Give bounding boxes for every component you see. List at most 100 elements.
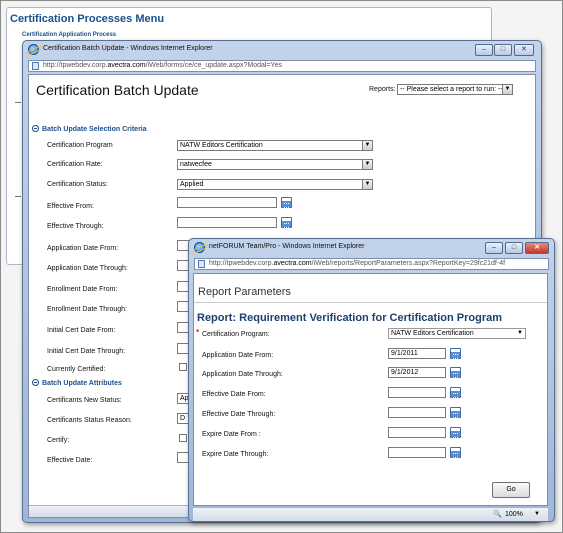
report-exp-through-label: Expire Date Through:	[202, 451, 269, 458]
currently-certified-label: Currently Certified:	[47, 366, 106, 373]
report-address-bar[interactable]: http://tpwebdev.corp.avectra.com/iWeb/re…	[194, 258, 549, 270]
go-button[interactable]: Go	[492, 482, 530, 498]
report-window-title: netFORUM Team/Pro - Windows Internet Exp…	[209, 243, 365, 250]
rate-select[interactable]: natwecfee ▼	[177, 159, 373, 170]
report-exp-from-label: Expire Date From :	[202, 431, 261, 438]
header-divider	[194, 302, 547, 303]
report-address-suffix: /iWeb/reports/ReportParameters.aspx?Repo…	[311, 260, 506, 267]
calendar-icon[interactable]	[450, 348, 461, 359]
reports-select-value: -- Please select a report to run: --	[400, 86, 503, 93]
maximize-icon[interactable]: □	[494, 44, 512, 56]
maximize-icon[interactable]: □	[505, 242, 523, 254]
required-marker: *	[196, 328, 200, 337]
initial-cert-through-label: Initial Cert Date Through:	[47, 348, 126, 355]
program-select[interactable]: NATW Editors Certification ▼	[177, 140, 373, 151]
background-collapse-icon	[15, 102, 21, 106]
attributes-section-title: Batch Update Attributes	[42, 380, 122, 387]
enrollment-from-label: Enrollment Date From:	[47, 286, 118, 293]
criteria-section-title: Batch Update Selection Criteria	[42, 126, 147, 133]
zoom-level[interactable]: 100%	[505, 511, 523, 518]
report-status-bar: 🔍 100% ▼	[193, 507, 548, 521]
batch-address-suffix: /iWeb/forms/ce/ce_update.aspx?Modal=Yes	[145, 62, 282, 69]
report-eff-from-input[interactable]	[388, 387, 446, 398]
calendar-icon[interactable]	[450, 447, 461, 458]
batch-page-heading: Certification Batch Update	[36, 82, 199, 98]
certify-label: Certify:	[47, 437, 70, 444]
calendar-icon[interactable]	[281, 197, 292, 208]
background-page-title: Certification Processes Menu	[10, 13, 165, 25]
effective-from-label: Effective From:	[47, 203, 94, 210]
report-titlebar[interactable]: netFORUM Team/Pro - Windows Internet Exp…	[189, 239, 554, 257]
status-select[interactable]: Applied ▼	[177, 179, 373, 190]
enrollment-through-label: Enrollment Date Through:	[47, 306, 128, 313]
page-icon	[198, 260, 205, 268]
rate-select-value: natwecfee	[180, 161, 212, 168]
report-program-label: Certification Program:	[202, 331, 270, 338]
close-icon[interactable]: ✕	[525, 242, 549, 254]
report-parameters-header: Report Parameters	[198, 286, 291, 298]
reports-select[interactable]: -- Please select a report to run: -- ▼	[397, 84, 513, 95]
report-eff-from-label: Effective Date From:	[202, 391, 266, 398]
ie-icon	[194, 242, 205, 253]
collapse-section-icon	[32, 125, 39, 132]
report-address-prefix: http://tpwebdev.corp.	[209, 260, 274, 267]
report-exp-from-input[interactable]	[388, 427, 446, 438]
certify-checkbox[interactable]	[179, 434, 187, 442]
new-status-label: Certificants New Status:	[47, 397, 122, 404]
currently-certified-checkbox[interactable]	[179, 363, 187, 371]
dropdown-arrow-icon: ▼	[502, 85, 512, 94]
criteria-section-header[interactable]: Batch Update Selection Criteria	[32, 125, 147, 133]
batch-address-bar[interactable]: http://tpwebdev.corp.avectra.com/iWeb/fo…	[28, 60, 536, 72]
close-icon[interactable]: ✕	[514, 44, 534, 56]
reports-label: Reports:	[369, 86, 396, 93]
app-from-label: Application Date From:	[47, 245, 119, 252]
report-app-from-value: 9/1/2011	[391, 350, 418, 357]
report-exp-through-input[interactable]	[388, 447, 446, 458]
program-select-value: NATW Editors Certification	[180, 142, 263, 149]
report-content: Report Parameters Report: Requirement Ve…	[193, 273, 548, 506]
dropdown-arrow-icon: ▼	[362, 141, 372, 150]
report-eff-through-label: Effective Date Through:	[202, 411, 276, 418]
report-app-through-label: Application Date Through:	[202, 371, 283, 378]
calendar-icon[interactable]	[450, 407, 461, 418]
calendar-icon[interactable]	[450, 367, 461, 378]
report-app-from-input[interactable]: 9/1/2011	[388, 348, 446, 359]
background-collapse-icon	[15, 196, 21, 200]
status-label: Certification Status:	[47, 181, 108, 188]
collapse-section-icon	[32, 379, 39, 386]
report-address-domain: avectra.com	[273, 260, 312, 267]
ie-icon	[28, 44, 39, 55]
report-program-value: NATW Editors Certification	[391, 330, 474, 337]
status-reason-label: Certificants Status Reason:	[47, 417, 132, 424]
batch-titlebar[interactable]: Certification Batch Update - Windows Int…	[23, 41, 541, 59]
report-app-through-value: 9/1/2012	[391, 369, 419, 376]
report-title: Report: Requirement Verification for Cer…	[197, 312, 502, 324]
effective-from-input[interactable]	[177, 197, 277, 208]
attributes-section-header[interactable]: Batch Update Attributes	[32, 379, 122, 387]
report-app-from-label: Application Date From:	[202, 352, 274, 359]
report-program-select[interactable]: NATW Editors Certification ▼	[388, 328, 526, 339]
minimize-icon[interactable]: –	[475, 44, 493, 56]
initial-cert-from-label: Initial Cert Date From:	[47, 327, 116, 334]
report-eff-through-input[interactable]	[388, 407, 446, 418]
status-reason-value: D	[180, 415, 186, 422]
effective-through-label: Effective Through:	[47, 223, 104, 230]
status-select-value: Applied	[180, 181, 204, 188]
calendar-icon[interactable]	[281, 217, 292, 228]
zoom-icon[interactable]: 🔍	[493, 510, 502, 518]
zoom-dropdown-icon[interactable]: ▼	[534, 511, 540, 517]
minimize-icon[interactable]: –	[485, 242, 503, 254]
page-icon	[32, 62, 39, 70]
batch-window-title: Certification Batch Update - Windows Int…	[43, 45, 213, 52]
rate-label: Certification Rate:	[47, 161, 103, 168]
report-app-through-input[interactable]: 9/1/2012	[388, 367, 446, 378]
calendar-icon[interactable]	[450, 427, 461, 438]
app-through-label: Application Date Through:	[47, 265, 128, 272]
calendar-icon[interactable]	[450, 387, 461, 398]
background-page-subtitle: Certification Application Process	[22, 32, 117, 38]
batch-address-domain: avectra.com	[107, 62, 146, 69]
dropdown-arrow-icon: ▼	[515, 329, 525, 338]
dropdown-arrow-icon: ▼	[362, 160, 372, 169]
effective-through-input[interactable]	[177, 217, 277, 228]
effective-date-label: Effective Date:	[47, 457, 93, 464]
